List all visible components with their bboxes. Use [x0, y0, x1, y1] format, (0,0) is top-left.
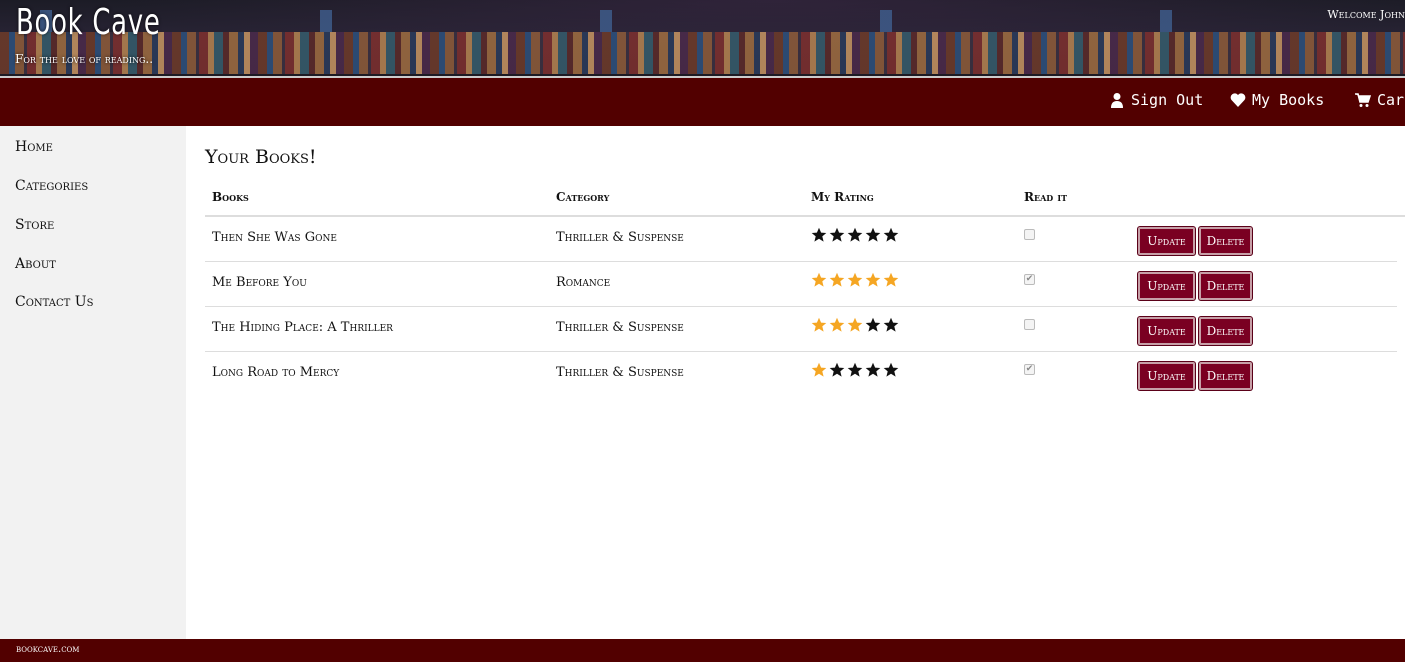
cart-label: Cart	[1377, 91, 1405, 109]
star-icon[interactable]	[829, 272, 845, 288]
update-button[interactable]: Update	[1138, 317, 1195, 345]
page-title: Your Books!	[205, 146, 317, 168]
footer-text: bookcave.com	[16, 644, 80, 655]
star-icon[interactable]	[847, 227, 863, 243]
update-button[interactable]: Update	[1138, 227, 1195, 255]
column-header-category: Category	[556, 190, 610, 204]
star-icon[interactable]	[829, 227, 845, 243]
rating-stars[interactable]	[811, 227, 899, 243]
book-title: The Hiding Place: A Thriller	[212, 320, 393, 335]
star-icon[interactable]	[865, 362, 881, 378]
rating-stars[interactable]	[811, 272, 899, 288]
book-category: Thriller & Suspense	[556, 320, 684, 335]
sidebar-item-home[interactable]: Home	[15, 139, 53, 155]
footer: bookcave.com	[0, 639, 1405, 662]
rating-stars[interactable]	[811, 362, 899, 378]
table-row: Long Road to Mercy Thriller & Suspense ✔ Up…	[205, 352, 1397, 397]
star-icon[interactable]	[829, 317, 845, 333]
sidebar-item-store[interactable]: Store	[15, 217, 54, 233]
top-navbar: Sign Out My Books Cart	[0, 78, 1405, 126]
star-icon[interactable]	[847, 362, 863, 378]
star-icon[interactable]	[811, 317, 827, 333]
table-row: Then She Was Gone Thriller & Suspense Upda…	[205, 217, 1397, 262]
heart-icon	[1230, 93, 1246, 107]
delete-button[interactable]: Delete	[1199, 227, 1252, 255]
book-title: Long Road to Mercy	[212, 365, 340, 380]
brand-tagline: For the love of reading..	[15, 52, 154, 66]
table-row: Me Before You Romance ✔ Update Delete	[205, 262, 1397, 307]
book-title: Then She Was Gone	[212, 230, 337, 245]
read-checkbox[interactable]	[1024, 229, 1035, 240]
sign-out-link[interactable]: Sign Out	[1109, 91, 1203, 109]
welcome-text: Welcome John	[1327, 8, 1405, 21]
bookshelf-image	[0, 32, 1405, 74]
star-icon[interactable]	[847, 317, 863, 333]
book-category: Romance	[556, 275, 611, 290]
read-checkbox[interactable]: ✔	[1024, 274, 1035, 285]
table-row: The Hiding Place: A Thriller Thriller & S…	[205, 307, 1397, 352]
star-icon[interactable]	[883, 317, 899, 333]
star-icon[interactable]	[865, 227, 881, 243]
cart-link[interactable]: Cart	[1355, 91, 1405, 109]
user-icon	[1111, 93, 1123, 108]
star-icon[interactable]	[829, 362, 845, 378]
book-category: Thriller & Suspense	[556, 365, 684, 380]
column-header-books: Books	[212, 190, 249, 204]
rating-stars[interactable]	[811, 317, 899, 333]
sidebar-item-contact[interactable]: Contact Us	[15, 294, 93, 310]
star-icon[interactable]	[847, 272, 863, 288]
header-banner: Book Cave For the love of reading.. Welc…	[0, 0, 1405, 78]
delete-button[interactable]: Delete	[1199, 317, 1252, 345]
my-books-label: My Books	[1252, 91, 1325, 109]
update-button[interactable]: Update	[1138, 272, 1195, 300]
read-checkbox[interactable]	[1024, 319, 1035, 330]
star-icon[interactable]	[865, 272, 881, 288]
star-icon[interactable]	[811, 227, 827, 243]
read-checkbox[interactable]: ✔	[1024, 364, 1035, 375]
column-header-rating: My Rating	[811, 190, 874, 204]
star-icon[interactable]	[883, 362, 899, 378]
star-icon[interactable]	[865, 317, 881, 333]
my-books-link[interactable]: My Books	[1230, 91, 1324, 109]
brand-title[interactable]: Book Cave	[16, 2, 161, 43]
star-icon[interactable]	[811, 272, 827, 288]
book-category: Thriller & Suspense	[556, 230, 684, 245]
sidebar: Home Categories Store About Contact Us	[0, 126, 186, 639]
bookshelf-image-top	[0, 10, 1405, 32]
star-icon[interactable]	[883, 272, 899, 288]
delete-button[interactable]: Delete	[1199, 272, 1252, 300]
book-title: Me Before You	[212, 275, 307, 290]
delete-button[interactable]: Delete	[1199, 362, 1252, 390]
star-icon[interactable]	[883, 227, 899, 243]
column-header-read: Read it	[1024, 190, 1068, 204]
sidebar-item-about[interactable]: About	[15, 256, 56, 272]
cart-icon	[1355, 93, 1371, 107]
update-button[interactable]: Update	[1138, 362, 1195, 390]
sidebar-item-categories[interactable]: Categories	[15, 178, 88, 194]
star-icon[interactable]	[811, 362, 827, 378]
sign-out-label: Sign Out	[1131, 91, 1204, 109]
